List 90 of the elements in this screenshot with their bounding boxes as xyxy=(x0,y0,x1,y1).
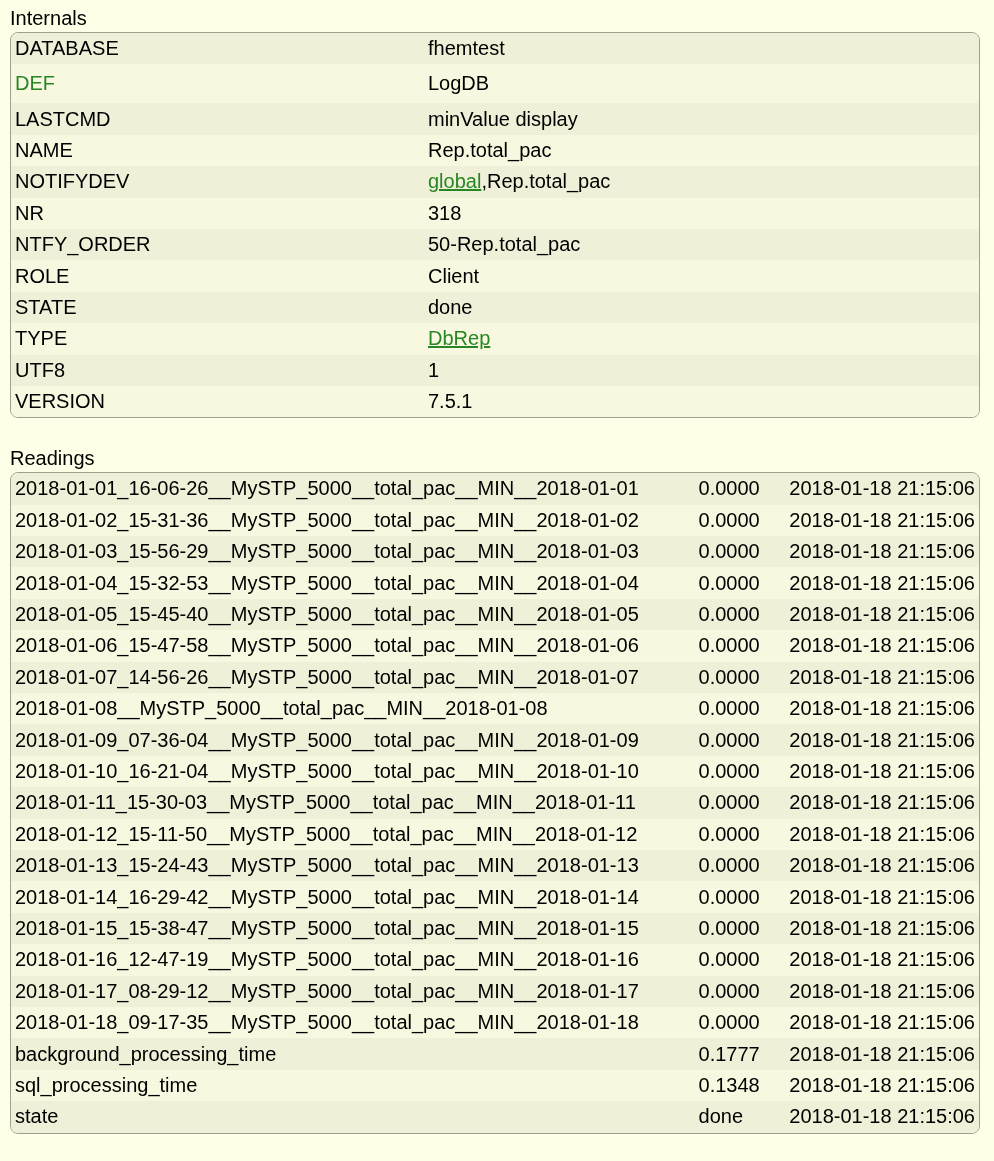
reading-name-cell-text: background_processing_time xyxy=(14,1041,278,1068)
internal-name-cell-text: LASTCMD xyxy=(14,106,112,132)
internal-value-cell-text: 7.5.1 xyxy=(427,389,474,415)
reading-value-cell-text: 0.0000 xyxy=(697,507,761,533)
reading-name-cell-text: state xyxy=(14,1104,60,1130)
reading-time-cell-text: 2018-01-18 21:15:06 xyxy=(788,759,976,784)
reading-name-cell-text: 2018-01-07_14-56-26__MySTP_5000__total_pac__MIN__2018-01-07 xyxy=(14,664,640,691)
reading-value-cell-text: 0.0000 xyxy=(697,570,761,596)
reading-time-cell-text: 2018-01-18 21:15:06 xyxy=(788,790,976,816)
reading-name-cell-text: 2018-01-14_16-29-42__MySTP_5000__total_pac__MIN__2018-01-14 xyxy=(14,884,640,911)
reading-value-cell-text: 0.0000 xyxy=(697,884,761,910)
internal-name-cell-text: DATABASE xyxy=(14,36,120,62)
internal-value-cell-text: minValue display xyxy=(427,106,579,132)
reading-name-cell-text: 2018-01-05_15-45-40__MySTP_5000__total_pac__MIN__2018-01-05 xyxy=(14,602,640,628)
internal-value-link[interactable]: global xyxy=(428,170,482,193)
internal-name-cell-text: VERSION xyxy=(14,389,107,415)
reading-time-cell-text: 2018-01-18 21:15:06 xyxy=(788,476,976,502)
internal-name-cell-text: STATE xyxy=(14,294,78,320)
reading-value-cell-text: 0.1777 xyxy=(697,1041,761,1067)
reading-value-cell-text: done xyxy=(697,1104,745,1130)
internal-name-cell-text: UTF8 xyxy=(14,357,66,383)
reading-value-cell-text: 0.0000 xyxy=(697,790,761,816)
reading-time-cell-text: 2018-01-18 21:15:06 xyxy=(788,664,976,690)
internal-value-cell-text: done xyxy=(427,294,474,320)
reading-name-cell-text: 2018-01-03_15-56-29__MySTP_5000__total_pac__MIN__2018-01-03 xyxy=(14,539,640,565)
reading-time-cell-text: 2018-01-18 21:15:06 xyxy=(788,727,976,753)
reading-time-cell-text: 2018-01-18 21:15:06 xyxy=(788,602,976,628)
reading-value-cell-text: 0.0000 xyxy=(697,602,761,628)
internal-name-cell-text: NAME xyxy=(14,137,74,163)
internal-name-link[interactable]: DEF xyxy=(15,72,55,95)
reading-name-cell-text: sql_processing_time xyxy=(14,1072,199,1099)
reading-value-cell-text: 0.0000 xyxy=(697,759,761,784)
reading-value-cell-text: 0.0000 xyxy=(697,664,761,690)
reading-name-cell-text: 2018-01-02_15-31-36__MySTP_5000__total_pac__MIN__2018-01-02 xyxy=(14,507,640,534)
reading-time-cell-text: 2018-01-18 21:15:06 xyxy=(788,1010,976,1036)
reading-value-cell-text: 0.0000 xyxy=(697,1010,761,1036)
reading-name-cell-text: 2018-01-08__MySTP_5000__total_pac__MIN__2018-01-08 xyxy=(14,696,549,722)
reading-time-cell-text: 2018-01-18 21:15:06 xyxy=(788,570,976,596)
reading-name-cell-text: 2018-01-10_16-21-04__MySTP_5000__total_pac__MIN__2018-01-10 xyxy=(14,759,640,785)
reading-name-cell-text: 2018-01-06_15-47-58__MySTP_5000__total_pac__MIN__2018-01-06 xyxy=(14,633,640,659)
reading-value-cell-text: 0.0000 xyxy=(697,696,761,722)
reading-name-cell-text: 2018-01-01_16-06-26__MySTP_5000__total_pac__MIN__2018-01-01 xyxy=(14,476,640,502)
reading-value-cell-text: 0.0000 xyxy=(697,853,761,879)
reading-value-cell-text: 0.0000 xyxy=(697,978,761,1004)
internal-value-cell-text: 1 xyxy=(427,357,441,383)
reading-time-cell-text: 2018-01-18 21:15:06 xyxy=(788,633,976,659)
reading-value-cell-text: 0.0000 xyxy=(697,476,761,502)
reading-name-cell-text: 2018-01-12_15-11-50__MySTP_5000__total_pac__MIN__2018-01-12 xyxy=(14,821,639,848)
reading-time-cell-text: 2018-01-18 21:15:06 xyxy=(788,978,976,1004)
internal-name-cell-text: NR xyxy=(14,200,45,226)
internal-value-cell-text: LogDB xyxy=(427,71,491,97)
internal-value-cell-text: Client xyxy=(427,263,481,289)
reading-name-cell-text: 2018-01-13_15-24-43__MySTP_5000__total_pac__MIN__2018-01-13 xyxy=(14,853,640,879)
reading-value-cell-text: 0.1348 xyxy=(697,1072,761,1098)
reading-time-cell-text: 2018-01-18 21:15:06 xyxy=(788,853,976,879)
internal-value-cell-text: 318 xyxy=(427,200,463,226)
reading-time-cell-text: 2018-01-18 21:15:06 xyxy=(788,947,976,973)
internal-value-link[interactable]: DbRep xyxy=(428,327,491,350)
reading-time-cell-text: 2018-01-18 21:15:06 xyxy=(788,507,976,533)
reading-name-cell-text: 2018-01-16_12-47-19__MySTP_5000__total_pac__MIN__2018-01-16 xyxy=(14,947,640,973)
reading-time-cell-text: 2018-01-18 21:15:06 xyxy=(788,884,976,910)
section-title: Internals xyxy=(10,6,88,31)
internal-name-cell-text: ROLE xyxy=(14,263,71,289)
reading-value-cell-text: 0.0000 xyxy=(697,727,761,753)
reading-name-cell-text: 2018-01-09_07-36-04__MySTP_5000__total_pac__MIN__2018-01-09 xyxy=(14,727,640,754)
reading-time-cell-text: 2018-01-18 21:15:06 xyxy=(788,821,976,847)
reading-name-cell-text: 2018-01-11_15-30-03__MySTP_5000__total_pac__MIN__2018-01-11 xyxy=(14,790,637,816)
internal-value-text: ,Rep.total_pac xyxy=(481,170,611,193)
reading-value-cell-text: 0.0000 xyxy=(697,947,761,973)
internal-value-cell-text: 50-Rep.total_pac xyxy=(427,232,582,258)
section-title: Readings xyxy=(10,446,96,472)
reading-name-cell-text: 2018-01-18_09-17-35__MySTP_5000__total_pac__MIN__2018-01-18 xyxy=(14,1010,640,1036)
reading-time-cell-text: 2018-01-18 21:15:06 xyxy=(788,696,976,722)
internal-name-cell-text: NTFY_ORDER xyxy=(14,232,152,258)
internal-name-cell-text: NOTIFYDEV xyxy=(14,169,131,195)
reading-time-cell-text: 2018-01-18 21:15:06 xyxy=(788,1072,976,1098)
internal-name-cell-text: TYPE xyxy=(14,326,69,352)
reading-name-cell-text: 2018-01-17_08-29-12__MySTP_5000__total_pac__MIN__2018-01-17 xyxy=(14,978,640,1005)
internal-value-cell-text: Rep.total_pac xyxy=(427,137,553,164)
reading-time-cell-text: 2018-01-18 21:15:06 xyxy=(788,915,976,941)
reading-value-cell-text: 0.0000 xyxy=(697,915,761,941)
reading-value-cell-text: 0.0000 xyxy=(697,821,761,847)
reading-value-cell-text: 0.0000 xyxy=(697,539,761,565)
reading-value-cell-text: 0.0000 xyxy=(697,633,761,659)
reading-time-cell-text: 2018-01-18 21:15:06 xyxy=(788,1041,976,1067)
reading-time-cell-text: 2018-01-18 21:15:06 xyxy=(788,1104,976,1130)
reading-name-cell-text: 2018-01-04_15-32-53__MySTP_5000__total_pac__MIN__2018-01-04 xyxy=(14,570,640,597)
internal-value-cell-text: fhemtest xyxy=(427,36,506,62)
reading-name-cell-text: 2018-01-15_15-38-47__MySTP_5000__total_pac__MIN__2018-01-15 xyxy=(14,915,640,942)
reading-time-cell-text: 2018-01-18 21:15:06 xyxy=(788,539,976,565)
